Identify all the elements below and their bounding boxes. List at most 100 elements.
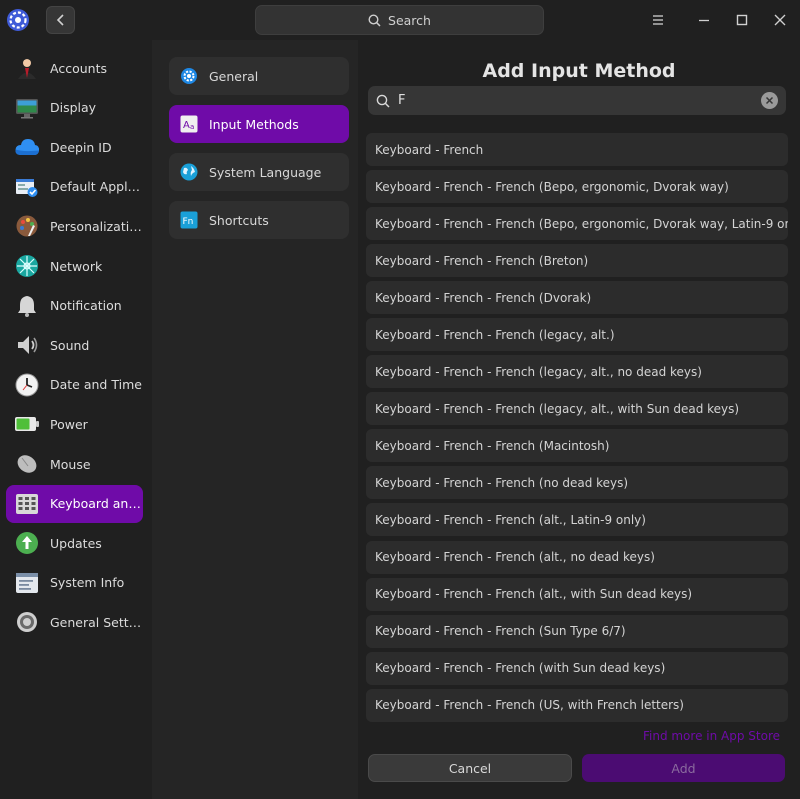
list-item[interactable]: Keyboard - French - French (alt., no dea…: [366, 540, 788, 574]
list-item[interactable]: Keyboard - French - French (legacy, alt.…: [366, 318, 788, 352]
page-title: Add Input Method: [482, 60, 676, 82]
default-apps-icon: [14, 174, 40, 200]
search-icon: [376, 94, 390, 108]
list-item-label: Keyboard - French - French (no dead keys…: [375, 475, 629, 490]
clock-icon: [14, 372, 40, 398]
sidebar-item-label: Sound: [50, 337, 90, 353]
list-item[interactable]: Keyboard - French - French (with Sun dea…: [366, 651, 788, 685]
tab-label: System Language: [209, 164, 322, 180]
sidebar-item-label: General Settin...: [50, 614, 143, 630]
list-item[interactable]: Keyboard - French: [366, 133, 788, 166]
sidebar-item-system-info[interactable]: System Info: [6, 564, 143, 602]
list-item[interactable]: Keyboard - French - French (Macintosh): [366, 429, 788, 463]
search-placeholder: Search: [388, 12, 431, 28]
list-item-label: Keyboard - French - French (alt., with S…: [375, 587, 693, 602]
list-item-label: Keyboard - French - French (legacy, alt.…: [375, 364, 702, 379]
list-item-label: Keyboard - French - French (Macintosh): [375, 438, 610, 453]
list-item[interactable]: Keyboard - French - French (Bepo, ergono…: [366, 207, 788, 241]
sidebar-item-label: Accounts: [50, 60, 107, 76]
list-item-label: Keyboard - French - French (legacy, alt.…: [375, 327, 615, 342]
sidebar: Accounts Display Deepin ID Default Appli…: [0, 40, 152, 799]
search-icon: [368, 13, 381, 27]
sidebar-item-label: Updates: [50, 535, 102, 551]
svg-text:Fn: Fn: [183, 217, 194, 227]
sidebar-item-mouse[interactable]: Mouse: [6, 445, 143, 483]
tab-label: Input Methods: [209, 116, 299, 132]
maximize-icon: [736, 14, 748, 26]
input-method-list: Keyboard - French Keyboard - French - Fr…: [366, 133, 788, 726]
accounts-icon: [14, 55, 40, 81]
cloud-icon: [14, 134, 40, 160]
category-panel: General Aa Input Methods System Language…: [152, 40, 358, 799]
tab-input-methods[interactable]: Aa Input Methods: [169, 105, 349, 143]
list-item-label: Keyboard - French - French (with Sun dea…: [375, 661, 666, 676]
chevron-left-icon: [56, 14, 64, 26]
sidebar-item-general-settings[interactable]: General Settin...: [6, 603, 143, 641]
sidebar-item-label: Mouse: [50, 456, 91, 472]
list-item[interactable]: Keyboard - French - French (US, with Fre…: [366, 688, 788, 722]
sidebar-item-label: Display: [50, 100, 97, 116]
tab-label: General: [209, 68, 259, 84]
sidebar-item-label: Notification: [50, 298, 122, 314]
sidebar-item-sound[interactable]: Sound: [6, 326, 143, 364]
update-arrow-icon: [14, 530, 40, 556]
sidebar-item-network[interactable]: Network: [6, 247, 143, 285]
list-item[interactable]: Keyboard - French - French (no dead keys…: [366, 466, 788, 500]
keyboard-icon: [14, 491, 40, 517]
list-item[interactable]: Keyboard - French - French (Dvorak): [366, 281, 788, 315]
gear-icon: [179, 66, 199, 86]
tab-general[interactable]: General: [169, 57, 349, 95]
speaker-icon: [14, 332, 40, 358]
tab-shortcuts[interactable]: Fn Shortcuts: [169, 201, 349, 239]
gear-icon: [14, 609, 40, 635]
cancel-button[interactable]: Cancel: [368, 754, 572, 782]
list-item[interactable]: Keyboard - French - French (Breton): [366, 244, 788, 278]
list-item-label: Keyboard - French - French (legacy, alt.…: [375, 401, 740, 416]
sidebar-item-updates[interactable]: Updates: [6, 524, 143, 562]
app-store-link[interactable]: Find more in App Store: [643, 729, 780, 743]
input-method-search-input[interactable]: F: [368, 86, 786, 115]
list-item[interactable]: Keyboard - French - French (alt., with S…: [366, 577, 788, 611]
list-item[interactable]: Keyboard - French - French (legacy, alt.…: [366, 355, 788, 389]
sidebar-item-label: Date and Time: [50, 377, 142, 393]
close-icon: [774, 14, 786, 26]
list-item-label: Keyboard - French - French (alt., Latin-…: [375, 512, 646, 527]
list-item-label: Keyboard - French: [375, 142, 484, 157]
sidebar-item-default-applications[interactable]: Default Applic...: [6, 168, 143, 206]
mouse-icon: [14, 451, 40, 477]
list-item[interactable]: Keyboard - French - French (legacy, alt.…: [366, 392, 788, 426]
list-item[interactable]: Keyboard - French - French (alt., Latin-…: [366, 503, 788, 537]
add-button[interactable]: Add: [582, 754, 785, 782]
minimize-button[interactable]: [692, 8, 716, 32]
sidebar-item-accounts[interactable]: Accounts: [6, 49, 143, 87]
close-button[interactable]: [768, 8, 792, 32]
sidebar-item-keyboard[interactable]: Keyboard and ...: [6, 484, 143, 523]
clear-search-icon[interactable]: [761, 92, 778, 109]
network-icon: [14, 253, 40, 279]
sidebar-item-label: Deepin ID: [50, 139, 112, 155]
sidebar-item-deepin-id[interactable]: Deepin ID: [6, 128, 143, 166]
list-item-label: Keyboard - French - French (alt., no dea…: [375, 550, 655, 565]
sidebar-item-date-and-time[interactable]: Date and Time: [6, 366, 143, 404]
sidebar-item-notification[interactable]: Notification: [6, 287, 143, 325]
input-method-icon: Aa: [179, 114, 199, 134]
list-item[interactable]: Keyboard - French - French (Bepo, ergono…: [366, 170, 788, 204]
tab-system-language[interactable]: System Language: [169, 153, 349, 191]
sidebar-item-power[interactable]: Power: [6, 405, 143, 443]
sidebar-item-display[interactable]: Display: [6, 89, 143, 127]
menu-button[interactable]: [646, 8, 670, 32]
palette-icon: [14, 213, 40, 239]
sidebar-item-label: Default Applic...: [50, 179, 143, 195]
sidebar-item-personalization[interactable]: Personalization: [6, 207, 143, 245]
list-item-label: Keyboard - French - French (Sun Type 6/7…: [375, 624, 626, 639]
maximize-button[interactable]: [730, 8, 754, 32]
tab-label: Shortcuts: [209, 212, 269, 228]
list-item-label: Keyboard - French - French (Bepo, ergono…: [375, 216, 788, 231]
title-bar: Search: [0, 0, 800, 40]
minimize-icon: [699, 19, 709, 22]
list-item-label: Keyboard - French - French (US, with Fre…: [375, 698, 684, 713]
back-button[interactable]: [46, 6, 75, 34]
sidebar-item-label: System Info: [50, 575, 125, 591]
list-item[interactable]: Keyboard - French - French (Sun Type 6/7…: [366, 614, 788, 648]
global-search-input[interactable]: Search: [255, 5, 544, 35]
